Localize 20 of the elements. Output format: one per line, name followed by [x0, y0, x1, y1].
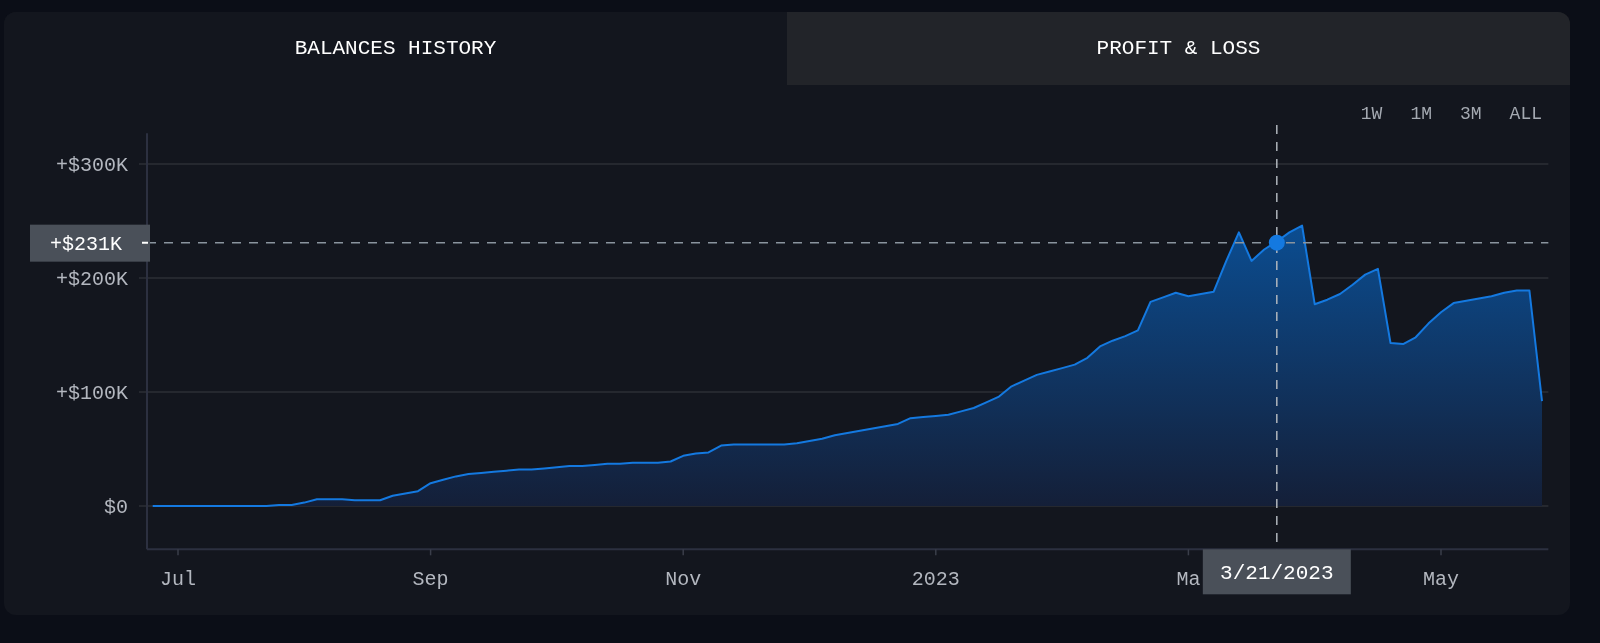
axis-label: Ma: [1176, 568, 1201, 591]
axis-label: $0: [104, 496, 128, 519]
tab[interactable]: PROFIT & LOSS: [787, 12, 1570, 85]
axis-label: 2023: [911, 568, 960, 591]
ref-line-label: +$231K: [49, 232, 122, 256]
axis-label: May: [1423, 568, 1459, 591]
value-label: +$231K: [30, 224, 150, 262]
axis-label: Jul: [160, 568, 196, 591]
axis-label: +$300K: [56, 154, 128, 177]
range-button[interactable]: 1M: [1404, 103, 1438, 125]
axis-label: +$100K: [56, 382, 128, 405]
axis-label: Sep: [412, 568, 449, 591]
axis-label: +$200K: [56, 268, 128, 291]
range-button[interactable]: 3M: [1454, 103, 1488, 125]
range-button[interactable]: 1W: [1354, 103, 1389, 125]
range-button[interactable]: ALL: [1503, 103, 1548, 125]
data-point: [1268, 234, 1285, 251]
axis-label: Nov: [665, 568, 702, 591]
x-tick-label: 3/21/2023: [1220, 562, 1334, 586]
date-label: 3/21/2023: [1202, 549, 1351, 595]
